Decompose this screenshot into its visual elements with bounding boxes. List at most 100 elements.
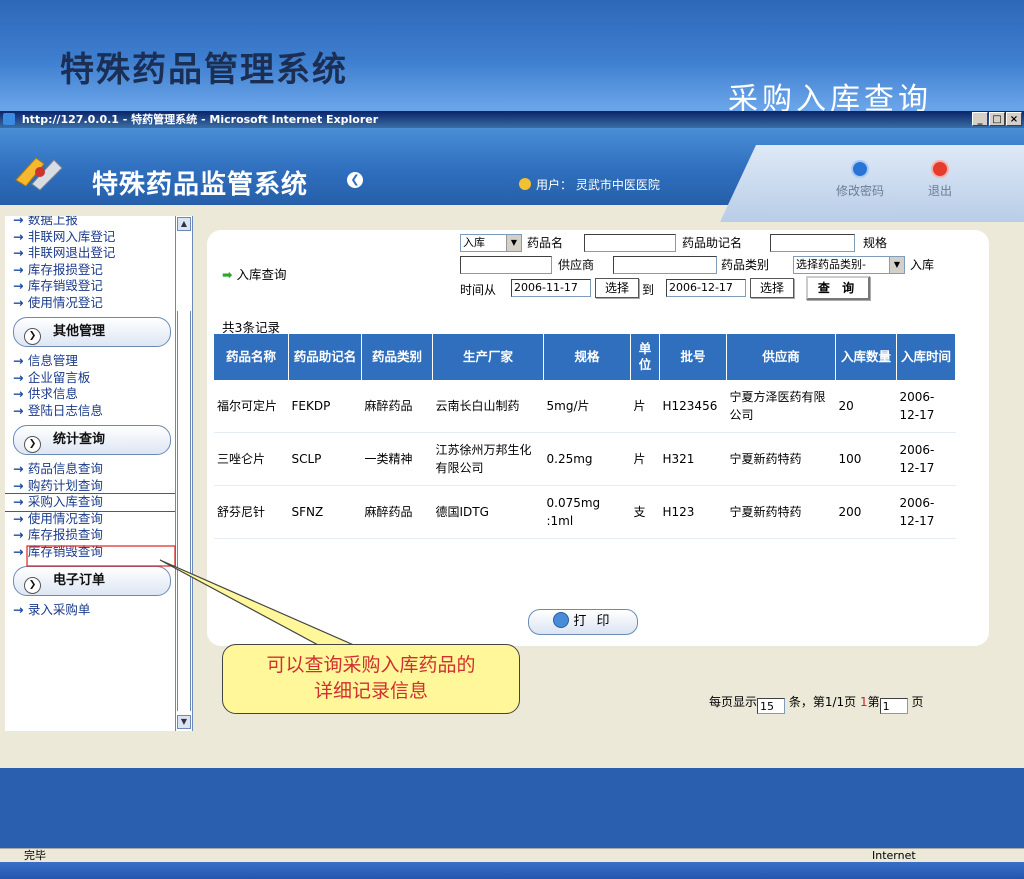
sidebar-item-message-board[interactable]: 企业留言板 bbox=[5, 370, 175, 387]
category-select[interactable]: 选择药品类别- ▼ bbox=[793, 256, 905, 274]
sidebar-group-eorder[interactable]: ❯ 电子订单 bbox=[13, 566, 171, 596]
pager-info: 条，第1/1页 bbox=[788, 695, 857, 709]
cell-drug-name: 福尔可定片 bbox=[214, 380, 289, 433]
cell-batch: H123 bbox=[659, 485, 727, 539]
table-header-row: 药品名称 药品助记名 药品类别 生产厂家 规格 单位 批号 供应商 入库数量 入… bbox=[214, 334, 956, 380]
expand-icon: ❯ bbox=[24, 328, 41, 345]
sidebar-item-purchase-inbound-query[interactable]: 采购入库查询 bbox=[5, 493, 175, 512]
chevron-down-icon: ▼ bbox=[889, 257, 904, 273]
cell-quantity: 100 bbox=[835, 432, 897, 486]
cell-batch: H123456 bbox=[659, 380, 727, 433]
sidebar-item-login-log[interactable]: 登陆日志信息 bbox=[5, 403, 175, 420]
info-icon bbox=[851, 160, 869, 178]
scroll-track[interactable] bbox=[177, 311, 191, 711]
scroll-up-icon[interactable]: ▲ bbox=[177, 217, 191, 231]
goto-page-input[interactable]: 1 bbox=[879, 698, 908, 714]
mnemonic-input[interactable] bbox=[770, 234, 855, 252]
pager-prefix: 每页显示 bbox=[709, 695, 758, 709]
category-label: 药品类别 bbox=[721, 258, 770, 272]
sidebar-item-offline-inbound[interactable]: 非联网入库登记 bbox=[5, 229, 175, 246]
maximize-button[interactable]: □ bbox=[989, 112, 1005, 126]
column-header: 规格 bbox=[543, 334, 631, 380]
group-label: 电子订单 bbox=[53, 573, 106, 588]
main-panel: ➡ 入库查询 入库 ▼ 药品名 药品助记名 规格 供应商 药品类别 选择药品类别- ▼… bbox=[207, 230, 989, 714]
time-from-label: 时间从 bbox=[460, 283, 497, 297]
logout-button[interactable]: 退出 bbox=[928, 160, 952, 199]
user-name: 灵武市中医医院 bbox=[575, 178, 660, 192]
sidebar-item-loss-query[interactable]: 库存报损查询 bbox=[5, 527, 175, 544]
to-label: 到 bbox=[642, 283, 655, 297]
status-bar: 完毕 Internet bbox=[0, 848, 1024, 863]
page-label-text: 入库查询 bbox=[236, 267, 287, 282]
cell-unit: 支 bbox=[630, 485, 660, 539]
sidebar-item-supply-info[interactable]: 供求信息 bbox=[5, 386, 175, 403]
choose-date-from-button[interactable]: 选择 bbox=[595, 278, 639, 298]
sidebar: 数据上报 非联网入库登记 非联网退出登记 库存报损登记 库存销毁登记 使用情况登… bbox=[5, 216, 175, 731]
minimize-button[interactable]: _ bbox=[972, 112, 988, 126]
print-button[interactable]: 打 印 bbox=[528, 609, 638, 635]
sidebar-item-drug-query[interactable]: 药品信息查询 bbox=[5, 461, 175, 478]
cell-batch: H321 bbox=[659, 432, 727, 486]
cell-spec: 0.075mg :1ml bbox=[543, 485, 631, 539]
sidebar-scrollbar[interactable]: ▲ ▼ bbox=[175, 216, 193, 731]
sidebar-item-stock-destroy[interactable]: 库存销毁登记 bbox=[5, 278, 175, 295]
date-from-input[interactable]: 2006-11-17 bbox=[511, 279, 591, 297]
pagination: 每页显示 15 条，第1/1页 1第 1 页 bbox=[709, 693, 924, 714]
change-password-label: 修改密码 bbox=[836, 184, 885, 198]
cell-unit: 片 bbox=[630, 380, 660, 433]
cell-manufacturer: 德国IDTG bbox=[432, 485, 544, 539]
sidebar-group-stats[interactable]: ❯ 统计查询 bbox=[13, 425, 171, 455]
cell-spec: 0.25mg bbox=[543, 432, 631, 486]
column-header: 药品类别 bbox=[361, 334, 433, 380]
sidebar-item-data-report[interactable]: 数据上报 bbox=[5, 216, 175, 229]
window-title: http://127.0.0.1 - 特药管理系统 - Microsoft In… bbox=[21, 113, 379, 126]
drug-name-input[interactable] bbox=[584, 234, 676, 252]
column-header: 供应商 bbox=[726, 334, 836, 380]
ie-icon bbox=[3, 113, 15, 125]
spec-input[interactable] bbox=[460, 256, 552, 274]
cell-date: 2006-12-17 bbox=[896, 432, 956, 486]
date-to-input[interactable]: 2006-12-17 bbox=[666, 279, 746, 297]
cell-spec: 5mg/片 bbox=[543, 380, 631, 433]
app-name: 特殊药品监管系统 bbox=[92, 170, 309, 200]
callout-box: 可以查询采购入库药品的 详细记录信息 bbox=[222, 644, 520, 714]
expand-icon: ❯ bbox=[24, 436, 41, 453]
sidebar-item-usage-query[interactable]: 使用情况查询 bbox=[5, 511, 175, 528]
type-select-value: 入库 bbox=[463, 236, 485, 249]
user-label: 用户： bbox=[536, 178, 573, 192]
table-row[interactable]: 舒芬尼针 SFNZ 麻醉药品 德国IDTG 0.075mg :1ml 支 H12… bbox=[214, 485, 956, 539]
close-button[interactable]: × bbox=[1006, 112, 1022, 126]
scroll-down-icon[interactable]: ▼ bbox=[177, 715, 191, 729]
table-row[interactable]: 福尔可定片 FEKDP 麻醉药品 云南长白山制药 5mg/片 片 H123456… bbox=[214, 380, 956, 433]
sidebar-item-stock-loss[interactable]: 库存报损登记 bbox=[5, 262, 175, 279]
sidebar-item-plan-query[interactable]: 购药计划查询 bbox=[5, 478, 175, 495]
sidebar-group-other[interactable]: ❯ 其他管理 bbox=[13, 317, 171, 347]
type-select[interactable]: 入库 ▼ bbox=[460, 234, 522, 252]
cell-drug-name: 舒芬尼针 bbox=[214, 485, 289, 539]
page-size-input[interactable]: 15 bbox=[757, 698, 786, 714]
slide-title: 特殊药品管理系统 bbox=[60, 50, 348, 90]
app-logo-icon bbox=[15, 157, 63, 191]
choose-date-to-button[interactable]: 选择 bbox=[750, 278, 794, 298]
sidebar-item-enter-order[interactable]: 录入采购单 bbox=[5, 602, 175, 619]
column-header: 批号 bbox=[659, 334, 727, 380]
change-password-button[interactable]: 修改密码 bbox=[836, 160, 884, 199]
column-header: 单位 bbox=[630, 334, 660, 380]
table-row[interactable]: 三唑仑片 SCLP 一类精神 江苏徐州万邦生化有限公司 0.25mg 片 H32… bbox=[214, 432, 956, 486]
sidebar-item-destroy-query[interactable]: 库存销毁查询 bbox=[5, 544, 175, 561]
sidebar-item-usage-register[interactable]: 使用情况登记 bbox=[5, 295, 175, 312]
sidebar-item-offline-return[interactable]: 非联网退出登记 bbox=[5, 245, 175, 262]
cell-quantity: 200 bbox=[835, 485, 897, 539]
callout-line-1: 可以查询采购入库药品的 bbox=[266, 654, 476, 676]
current-page-link[interactable]: 1 bbox=[860, 695, 868, 709]
zone-text: Internet bbox=[872, 849, 916, 862]
supplier-input[interactable] bbox=[613, 256, 717, 274]
cell-category: 麻醉药品 bbox=[361, 380, 433, 433]
sidebar-item-info-manage[interactable]: 信息管理 bbox=[5, 353, 175, 370]
callout-line-2: 详细记录信息 bbox=[313, 680, 428, 702]
cell-category: 一类精神 bbox=[361, 432, 433, 486]
cell-mnemonic: SFNZ bbox=[288, 485, 362, 539]
query-button[interactable]: 查 询 bbox=[806, 276, 870, 300]
collapse-arrow-icon[interactable]: ❮ bbox=[347, 172, 363, 188]
cell-manufacturer: 云南长白山制药 bbox=[432, 380, 544, 433]
